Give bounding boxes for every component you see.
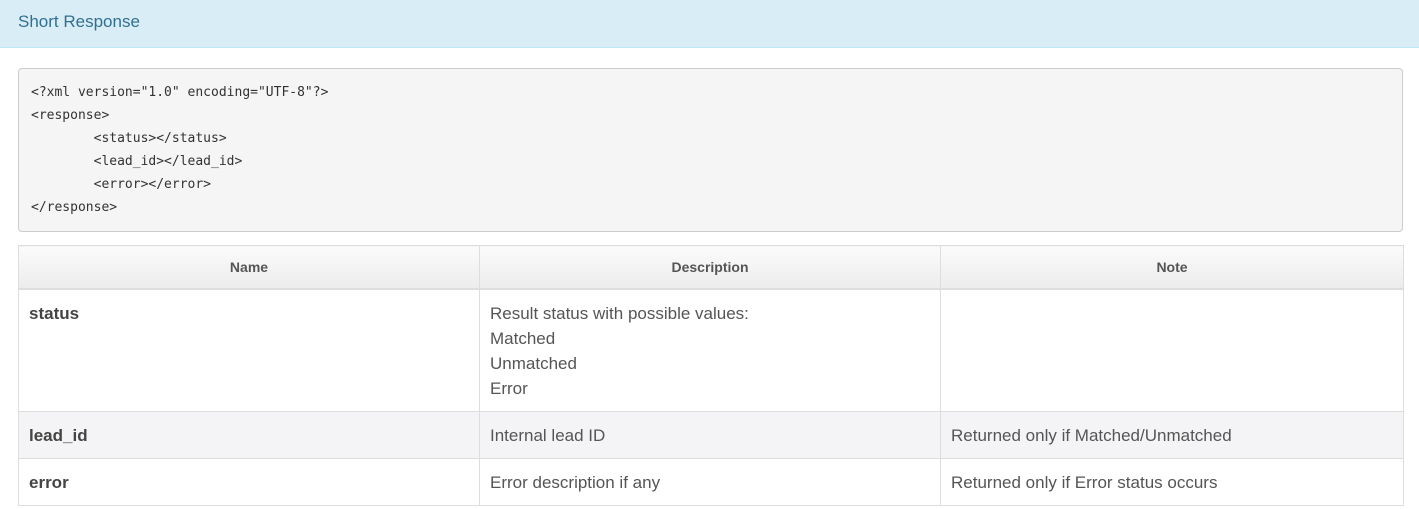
response-fields-table: Name Description Note status Result stat…: [18, 245, 1404, 506]
code-line: <?xml version="1.0" encoding="UTF-8"?>: [31, 85, 329, 100]
column-header-description: Description: [479, 245, 941, 290]
table-header-row: Name Description Note: [18, 245, 1404, 290]
description-line: Error: [490, 378, 528, 398]
response-fields-table-wrap: Name Description Note status Result stat…: [18, 245, 1404, 506]
field-note: [940, 288, 1404, 412]
field-description: Result status with possible values: Matc…: [479, 288, 941, 412]
description-line: Error description if any: [490, 472, 661, 492]
panel-heading: Short Response: [0, 0, 1419, 48]
code-block: <?xml version="1.0" encoding="UTF-8"?> <…: [18, 68, 1403, 232]
table-row: status Result status with possible value…: [18, 288, 1404, 412]
field-name: error: [18, 457, 480, 506]
description-line: Result status with possible values:: [490, 303, 749, 323]
panel-title: Short Response: [18, 12, 140, 31]
description-line: Unmatched: [490, 353, 577, 373]
column-header-name: Name: [18, 245, 480, 290]
field-name: lead_id: [18, 410, 480, 459]
field-name: status: [18, 288, 480, 412]
field-description: Internal lead ID: [479, 410, 941, 459]
field-note: Returned only if Error status occurs: [940, 457, 1404, 506]
column-header-note: Note: [940, 245, 1404, 290]
field-description: Error description if any: [479, 457, 941, 506]
description-line: Matched: [490, 328, 556, 348]
code-line: <status></status>: [31, 131, 227, 146]
code-line: <lead_id></lead_id>: [31, 154, 243, 169]
field-note: Returned only if Matched/Unmatched: [940, 410, 1404, 459]
table-row: error Error description if any Returned …: [18, 457, 1404, 506]
code-line: <error></error>: [31, 177, 212, 192]
description-line: Internal lead ID: [490, 425, 606, 445]
table-row: lead_id Internal lead ID Returned only i…: [18, 410, 1404, 459]
code-line: <response>: [31, 108, 110, 123]
code-line: </response>: [31, 200, 118, 215]
